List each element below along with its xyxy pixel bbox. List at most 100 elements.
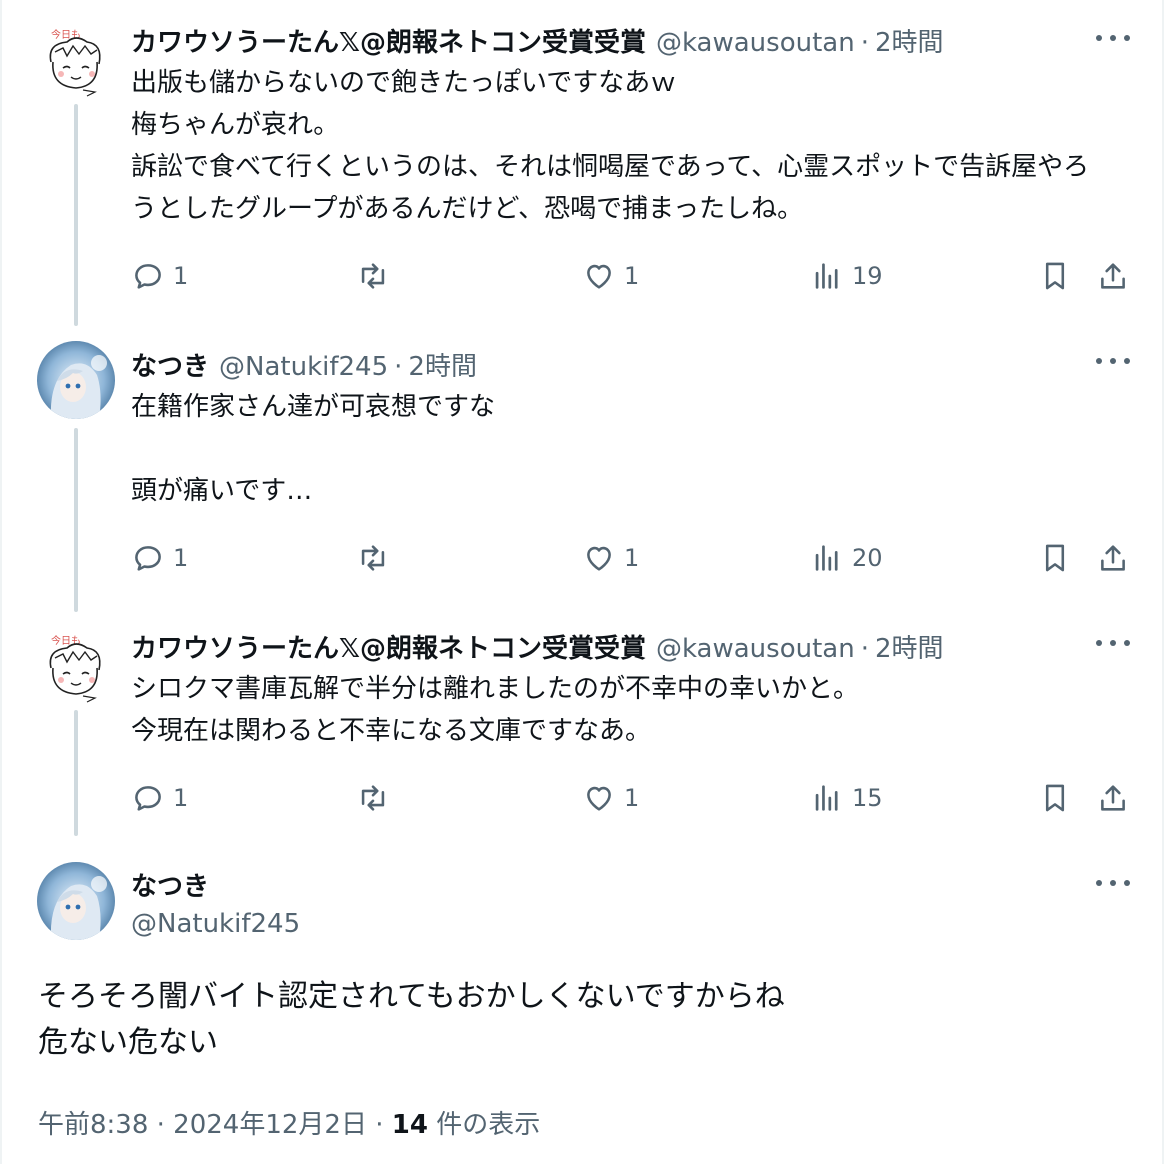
view-count: 20 [852, 544, 883, 572]
share-button[interactable] [1096, 778, 1130, 818]
bookmark-button[interactable] [1038, 778, 1072, 818]
like-button[interactable]: 1 [582, 778, 639, 818]
separator-dot: · [860, 634, 869, 664]
tweet-line: そろそろ闇バイト認定されてもおかしくないですからね [38, 979, 785, 1014]
svg-text:今日も: 今日も [51, 28, 81, 41]
user-handle[interactable]: @kawausoutan [656, 634, 855, 664]
retweet-icon [361, 545, 385, 571]
tweet-actions: 1 1 20 [0, 538, 1164, 578]
tweet-line: シロクマ書庫瓦解で半分は離れましたのが不幸中の幸いかと。 [131, 674, 860, 704]
like-count: 1 [624, 262, 640, 290]
share-icon [1101, 263, 1125, 289]
display-name[interactable]: カワウソうーたん𝕏@朗報ネトコン受賞受賞 [131, 628, 646, 665]
column-border-left [0, 0, 2, 1164]
view-count: 15 [852, 784, 883, 812]
avatar-otter-drawing: 今日も [37, 22, 115, 100]
like-button[interactable]: 1 [582, 256, 639, 296]
svg-text:今日も: 今日も [51, 634, 81, 647]
like-count: 1 [624, 784, 640, 812]
main-tweet-text: そろそろ闇バイト認定されてもおかしくないですからね 危ない危ない [38, 974, 1128, 1066]
views-icon [815, 785, 838, 811]
reply-button[interactable]: 1 [131, 538, 188, 578]
tweet-line: うとしたグループがあるんだけど、恐喝で捕まったしね。 [131, 194, 804, 224]
retweet-button[interactable] [356, 778, 390, 818]
more-icon[interactable] [1096, 32, 1130, 44]
avatar-kawausoutan[interactable]: 今日も [37, 22, 115, 100]
heart-icon [587, 786, 611, 811]
display-name[interactable]: なつき [131, 346, 209, 383]
bookmark-button[interactable] [1038, 538, 1072, 578]
tweet-time[interactable]: 2時間 [875, 628, 944, 665]
main-tweet-header: なつき @Natukif245 [131, 866, 300, 939]
tweet-line: 今現在は関わると不幸になる文庫ですなあ。 [131, 716, 652, 746]
reply-count: 1 [173, 784, 189, 812]
conversation-thread: 今日も カワウソうーたん𝕏@朗報ネトコン受賞受賞 @kawausoutan · … [0, 0, 1164, 1164]
reply-button[interactable]: 1 [131, 256, 188, 296]
avatar-anime-drawing [37, 341, 115, 419]
view-label: 件の表示 [427, 1110, 541, 1140]
tweet-text: シロクマ書庫瓦解で半分は離れましたのが不幸中の幸いかと。 今現在は関わると不幸に… [131, 668, 1141, 752]
separator-dot: · [860, 28, 869, 58]
user-handle[interactable]: @Natukif245 [131, 909, 300, 939]
more-icon[interactable] [1096, 355, 1130, 367]
tweet-line: 訴訟で食べて行くというのは、それは恫喝屋であって、心霊スポットで告訴屋やろ [131, 152, 1090, 182]
reply-count: 1 [173, 262, 189, 290]
retweet-icon [361, 785, 385, 811]
tweet-line: 危ない危ない [38, 1025, 218, 1060]
reply-icon [135, 786, 161, 811]
tweet-text: 出版も儲からないので飽きたっぽいですなあｗ 梅ちゃんが哀れ。 訴訟で食べて行くと… [131, 62, 1141, 230]
retweet-icon [361, 263, 385, 289]
share-icon [1101, 545, 1125, 571]
tweet-actions: 1 1 19 [0, 256, 1164, 296]
share-button[interactable] [1096, 256, 1130, 296]
reply-icon [135, 264, 161, 289]
thread-connector-line [74, 428, 78, 612]
share-icon [1101, 785, 1125, 811]
tweet-line: 梅ちゃんが哀れ。 [131, 110, 340, 140]
reply-button[interactable]: 1 [131, 778, 188, 818]
tweet-timestamp[interactable]: 午前8:38 · 2024年12月2日 · [38, 1110, 392, 1140]
more-icon[interactable] [1096, 637, 1130, 649]
tweet-line: 在籍作家さん達が可哀想ですな [131, 392, 496, 422]
tweet-line: 頭が痛いです… [131, 476, 313, 506]
more-icon[interactable] [1096, 877, 1130, 889]
tweet-header: カワウソうーたん𝕏@朗報ネトコン受賞受賞 @kawausoutan · 2時間 [131, 628, 944, 665]
bookmark-icon [1045, 544, 1065, 572]
share-button[interactable] [1096, 538, 1130, 578]
reply-count: 1 [173, 544, 189, 572]
tweet-time[interactable]: 2時間 [875, 22, 944, 59]
display-name[interactable]: なつき [131, 866, 300, 903]
retweet-button[interactable] [356, 256, 390, 296]
avatar-natukif245[interactable] [37, 862, 115, 940]
view-count: 14 [391, 1110, 428, 1140]
like-button[interactable]: 1 [582, 538, 639, 578]
views-icon [815, 263, 838, 289]
heart-icon [587, 264, 611, 289]
heart-icon [587, 546, 611, 571]
tweet-time[interactable]: 2時間 [408, 346, 477, 383]
views-icon [815, 545, 838, 571]
views-button[interactable]: 20 [810, 538, 883, 578]
tweet-header: なつき @Natukif245 · 2時間 [131, 346, 477, 383]
tweet-line: 出版も儲からないので飽きたっぽいですなあｗ [131, 68, 677, 98]
avatar-otter-drawing: 今日も [37, 628, 115, 706]
avatar-natukif245[interactable] [37, 341, 115, 419]
views-button[interactable]: 19 [810, 256, 883, 296]
views-button[interactable]: 15 [810, 778, 883, 818]
avatar-kawausoutan[interactable]: 今日も [37, 628, 115, 706]
bookmark-icon [1045, 262, 1065, 290]
separator-dot: · [394, 352, 403, 382]
bookmark-icon [1045, 784, 1065, 812]
user-handle[interactable]: @kawausoutan [656, 28, 855, 58]
avatar-anime-drawing [37, 862, 115, 940]
view-count: 19 [852, 262, 883, 290]
bookmark-button[interactable] [1038, 256, 1072, 296]
tweet-line [131, 428, 1141, 470]
tweet-actions: 1 1 15 [0, 778, 1164, 818]
display-name[interactable]: カワウソうーたん𝕏@朗報ネトコン受賞受賞 [131, 22, 646, 59]
reply-icon [135, 546, 161, 571]
tweet-meta: 午前8:38 · 2024年12月2日 · 14 件の表示 [38, 1104, 540, 1141]
tweet-text: 在籍作家さん達が可哀想ですな 頭が痛いです… [131, 386, 1141, 512]
user-handle[interactable]: @Natukif245 [219, 352, 388, 382]
retweet-button[interactable] [356, 538, 390, 578]
